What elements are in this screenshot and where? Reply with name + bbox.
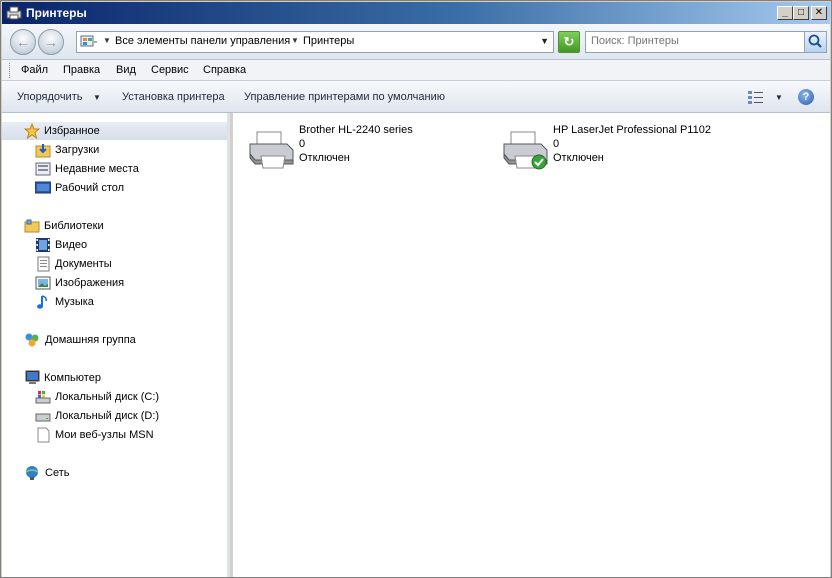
- menu-edit[interactable]: Правка: [63, 64, 100, 76]
- search-button[interactable]: [804, 32, 826, 52]
- forward-button[interactable]: →: [38, 29, 64, 55]
- maximize-button[interactable]: □: [793, 6, 809, 20]
- nav-label: Сеть: [45, 467, 70, 479]
- back-button[interactable]: ←: [10, 29, 36, 55]
- printer-name: HP LaserJet Professional P1102: [553, 124, 711, 136]
- nav-label: Документы: [55, 258, 112, 270]
- printer-jobs: 0: [299, 138, 306, 150]
- nav-label: Музыка: [55, 296, 94, 308]
- organize-button[interactable]: Упорядочить: [17, 91, 82, 103]
- downloads-folder-icon: [35, 144, 51, 158]
- system-drive-icon: [35, 391, 51, 404]
- pictures-library-icon: [35, 276, 51, 290]
- printers-view[interactable]: Brother HL-2240 series 0 Отключен HP Las…: [233, 113, 830, 577]
- printer-icon: [249, 131, 294, 169]
- view-options-dropdown-icon[interactable]: ▼: [775, 93, 783, 102]
- libraries-icon: [24, 219, 40, 233]
- computer-icon: [25, 370, 40, 384]
- command-bar: Упорядочить ▼ Установка принтера Управле…: [2, 81, 830, 113]
- printer-item[interactable]: HP LaserJet Professional P1102 0 Отключе…: [501, 122, 741, 170]
- nav-label: Компьютер: [44, 372, 101, 384]
- music-library-icon: [37, 295, 47, 309]
- toolbar-grip[interactable]: [9, 63, 11, 78]
- nav-desktop[interactable]: Рабочий стол: [2, 179, 227, 197]
- nav-label: Локальный диск (C:): [55, 391, 160, 403]
- recent-places-icon: [35, 162, 51, 176]
- history-dropdown-icon[interactable]: ▼: [540, 36, 549, 46]
- control-panel-icon: [80, 35, 97, 47]
- nav-label: Рабочий стол: [55, 182, 125, 194]
- navigation-pane: Избранное Загрузки Недавние места Рабочи…: [2, 113, 230, 577]
- search-input[interactable]: [591, 35, 801, 47]
- explorer-window: Принтеры _ □ ✕ ← → ▼ Все элементы панели…: [0, 0, 832, 578]
- chevron-down-icon[interactable]: ▼: [93, 93, 101, 102]
- printer-status: Отключен: [299, 152, 350, 164]
- manage-default-printers-button[interactable]: Управление принтерами по умолчанию: [244, 91, 445, 103]
- nav-pictures[interactable]: Изображения: [2, 274, 227, 292]
- refresh-button[interactable]: ↻: [558, 31, 580, 53]
- nav-label: Локальный диск (D:): [55, 410, 160, 422]
- nav-drive-c[interactable]: Локальный диск (C:): [2, 388, 227, 406]
- nav-label: Библиотеки: [44, 220, 104, 232]
- nav-network[interactable]: Сеть: [2, 464, 227, 482]
- homegroup-icon: [25, 333, 39, 347]
- menu-view[interactable]: Вид: [116, 64, 136, 76]
- breadcrumb-control-panel[interactable]: Все элементы панели управления: [115, 35, 290, 47]
- arrow-right-icon: →: [44, 34, 58, 50]
- nav-label: Домашняя группа: [45, 334, 136, 346]
- minimize-button[interactable]: _: [777, 6, 793, 20]
- nav-label: Видео: [55, 239, 88, 251]
- documents-library-icon: [37, 256, 50, 272]
- nav-computer[interactable]: Компьютер: [2, 369, 227, 387]
- page-icon: [37, 427, 50, 443]
- add-printer-button[interactable]: Установка принтера: [122, 91, 225, 103]
- printers-folder-icon: [6, 6, 22, 20]
- nav-favorites[interactable]: Избранное: [2, 122, 227, 140]
- nav-homegroup[interactable]: Домашняя группа: [2, 331, 227, 349]
- menu-tools[interactable]: Сервис: [151, 64, 189, 76]
- desktop-icon: [35, 181, 51, 194]
- drive-icon: [35, 413, 51, 422]
- address-bar[interactable]: ▼ Все элементы панели управления ▼ Принт…: [76, 31, 554, 53]
- crumb-separator-icon[interactable]: ▼: [103, 36, 111, 45]
- menu-help[interactable]: Справка: [203, 64, 246, 76]
- nav-drive-d[interactable]: Локальный диск (D:): [2, 407, 227, 425]
- nav-label: Мои веб-узлы MSN: [55, 429, 154, 441]
- search-box[interactable]: [585, 31, 827, 53]
- nav-downloads[interactable]: Загрузки: [2, 141, 227, 159]
- window-title: Принтеры: [26, 6, 87, 20]
- nav-recent-places[interactable]: Недавние места: [2, 160, 227, 178]
- nav-msn-sites[interactable]: Мои веб-узлы MSN: [2, 426, 227, 444]
- nav-documents[interactable]: Документы: [2, 255, 227, 273]
- nav-label: Загрузки: [55, 144, 100, 156]
- nav-label: Избранное: [44, 125, 100, 137]
- breadcrumb-printers[interactable]: Принтеры: [303, 35, 354, 47]
- nav-videos[interactable]: Видео: [2, 236, 227, 254]
- menu-file[interactable]: Файл: [21, 64, 48, 76]
- search-icon: [808, 34, 822, 48]
- printer-name: Brother HL-2240 series: [299, 124, 413, 136]
- help-icon[interactable]: ?: [798, 89, 814, 105]
- change-view-icon[interactable]: [747, 89, 765, 105]
- refresh-icon: ↻: [563, 34, 575, 49]
- default-printer-check-icon: [531, 154, 547, 170]
- nav-music[interactable]: Музыка: [2, 293, 227, 311]
- title-bar[interactable]: Принтеры _ □ ✕: [2, 2, 830, 24]
- star-icon: [24, 123, 40, 139]
- printer-jobs: 0: [553, 138, 560, 150]
- menu-bar: Файл Правка Вид Сервис Справка: [2, 60, 830, 81]
- crumb-separator-icon[interactable]: ▼: [291, 36, 299, 45]
- close-button[interactable]: ✕: [811, 6, 827, 20]
- video-library-icon: [36, 238, 50, 252]
- nav-label: Изображения: [55, 277, 125, 289]
- nav-label: Недавние места: [55, 163, 139, 175]
- nav-libraries[interactable]: Библиотеки: [2, 217, 227, 235]
- printer-item[interactable]: Brother HL-2240 series 0 Отключен: [247, 122, 487, 170]
- arrow-left-icon: ←: [16, 34, 30, 50]
- network-icon: [25, 466, 39, 480]
- address-row: ← → ▼ Все элементы панели управления ▼ П…: [2, 24, 830, 60]
- printer-status: Отключен: [553, 152, 604, 164]
